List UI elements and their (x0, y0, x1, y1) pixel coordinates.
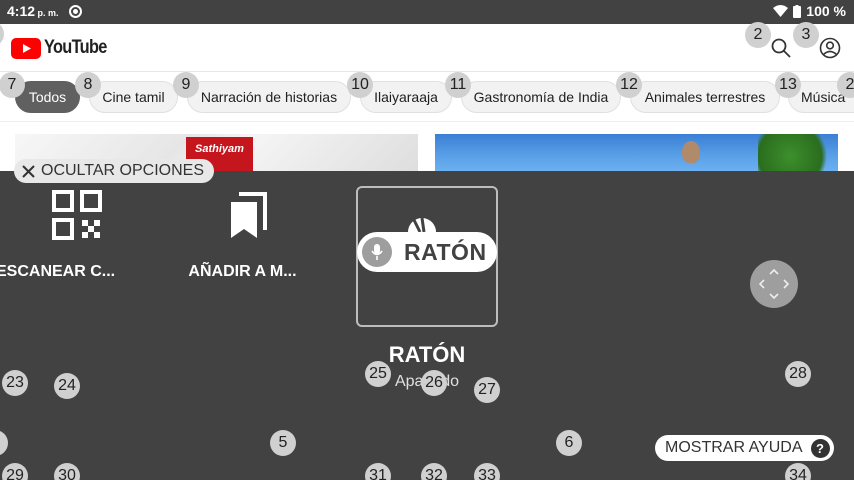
chip-ilaiyaraaja[interactable]: Ilaiyaraaja (360, 81, 452, 113)
wifi-icon (773, 5, 789, 17)
number-badge[interactable]: 10 (347, 72, 373, 98)
number-badge[interactable]: 25 (365, 361, 391, 387)
screen-record-icon (69, 5, 82, 18)
number-badge[interactable]: 26 (421, 370, 447, 396)
video-thumbnail[interactable] (435, 134, 838, 171)
chip-gastronomia[interactable]: Gastronomía de India (461, 81, 621, 113)
account-icon[interactable] (819, 37, 841, 59)
scan-qr-label: ESCANEAR C... (0, 263, 116, 280)
microphone-icon (362, 237, 392, 267)
youtube-play-icon (11, 37, 41, 59)
mouse-pill-label: RATÓN (404, 238, 487, 265)
show-help-label: MOSTRAR AYUDA (665, 439, 803, 456)
mouse-voice-pill[interactable]: RATÓN (357, 232, 497, 272)
youtube-logo[interactable]: YouTube (11, 37, 117, 59)
number-badge[interactable]: 3 (793, 22, 819, 48)
search-icon[interactable] (770, 37, 792, 59)
chip-narracion[interactable]: Narración de historias (187, 81, 351, 113)
number-badge[interactable]: 23 (2, 370, 28, 396)
screen: 4:12 p. m. 100 % YouTube Todos Cine tami… (0, 0, 854, 480)
number-badge[interactable]: 8 (75, 72, 101, 98)
move-arrows-icon (758, 268, 790, 300)
number-badge[interactable]: 27 (474, 377, 500, 403)
status-icons: 100 % (773, 3, 846, 19)
chip-cine-tamil[interactable]: Cine tamil (89, 81, 178, 113)
add-to-option[interactable]: AÑADIR A M... (180, 190, 305, 281)
add-to-label: AÑADIR A M... (188, 263, 297, 280)
battery-percent: 100 % (806, 3, 846, 19)
number-badge[interactable]: 13 (775, 72, 801, 98)
clock: 4:12 p. m. (7, 3, 59, 19)
youtube-logo-text: YouTube (44, 37, 107, 58)
show-help-button[interactable]: MOSTRAR AYUDA ? (655, 435, 834, 461)
number-badge[interactable]: 12 (616, 72, 642, 98)
category-chips: Todos Cine tamil Narración de historias … (0, 72, 854, 122)
number-badge[interactable]: 6 (556, 430, 582, 456)
number-badge[interactable]: 2 (745, 22, 771, 48)
number-badge[interactable]: 28 (785, 361, 811, 387)
help-icon: ? (810, 438, 830, 458)
directional-pad[interactable] (750, 260, 798, 308)
battery-icon (793, 4, 802, 18)
clock-ampm: p. m. (37, 8, 59, 18)
scan-qr-option[interactable]: ESCANEAR C... (0, 190, 120, 281)
foliage (758, 134, 838, 171)
monkey-figure (682, 141, 700, 163)
qr-code-icon (51, 190, 102, 240)
app-header: YouTube (0, 24, 854, 72)
number-badge[interactable]: 24 (54, 373, 80, 399)
number-badge[interactable]: 5 (270, 430, 296, 456)
number-badge[interactable]: 11 (445, 72, 471, 98)
clock-time: 4:12 (7, 3, 36, 19)
hide-options-label: OCULTAR OPCIONES (41, 162, 204, 179)
status-bar: 4:12 p. m. 100 % (0, 0, 854, 24)
number-badge[interactable]: 7 (0, 72, 25, 98)
chip-animales[interactable]: Animales terrestres (630, 81, 780, 113)
hide-options-button[interactable]: OCULTAR OPCIONES (14, 159, 214, 183)
bookmarks-icon (230, 192, 267, 238)
number-badge[interactable]: 9 (173, 72, 199, 98)
close-icon (22, 164, 35, 178)
